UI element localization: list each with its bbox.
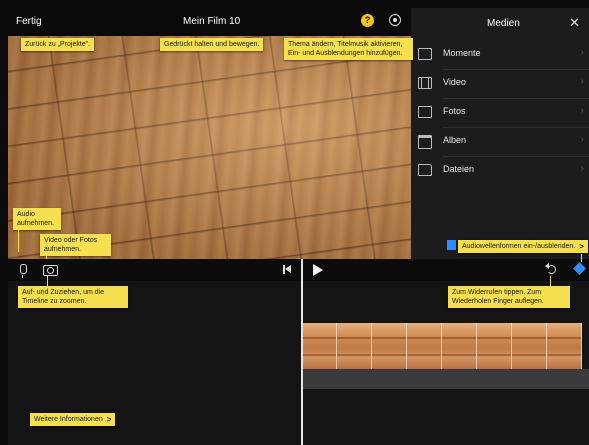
media-item-alben[interactable]: Alben › bbox=[411, 127, 589, 156]
media-header: Medien ✕ bbox=[411, 8, 589, 40]
tooltip-pointer bbox=[550, 276, 551, 286]
tooltip-back: Zurück zu „Projekte". bbox=[21, 38, 95, 51]
media-item-label: Video bbox=[443, 77, 466, 87]
tooltip-pointer bbox=[18, 228, 19, 252]
microphone-icon[interactable] bbox=[20, 264, 27, 278]
tooltip-drag: Gedrückt halten und bewegen. bbox=[160, 38, 264, 51]
skip-back-icon[interactable] bbox=[283, 265, 292, 274]
media-item-label: Dateien bbox=[443, 164, 475, 174]
clip-frame bbox=[442, 323, 477, 369]
clip-frame bbox=[372, 323, 407, 369]
clip-frame bbox=[337, 323, 372, 369]
media-item-video[interactable]: Video › bbox=[411, 69, 589, 98]
moments-icon bbox=[418, 48, 432, 60]
chevron-right-icon: > bbox=[106, 415, 112, 424]
tooltip-theme: Thema ändern, Titelmusik aktivieren, Ein… bbox=[284, 38, 413, 60]
playhead[interactable] bbox=[301, 259, 303, 445]
tooltip-zoom: Auf- und Zuziehen, um die Timeline zu zo… bbox=[18, 286, 128, 308]
close-icon[interactable]: ✕ bbox=[569, 15, 580, 31]
help-icon[interactable]: ? bbox=[361, 14, 374, 27]
tooltip-audio: Audio aufnehmen. bbox=[13, 208, 61, 230]
media-item-label: Alben bbox=[443, 135, 467, 145]
clip-frame bbox=[302, 323, 337, 369]
media-title: Medien bbox=[487, 18, 520, 29]
tool-strip bbox=[8, 259, 589, 281]
more-info-label: Weitere Informationen bbox=[34, 416, 103, 423]
folder-icon bbox=[418, 164, 432, 176]
chevron-right-icon: › bbox=[580, 76, 584, 87]
media-item-label: Momente bbox=[443, 48, 481, 58]
clip-frame bbox=[477, 323, 512, 369]
video-viewer[interactable] bbox=[8, 36, 411, 259]
play-icon[interactable] bbox=[313, 264, 323, 276]
clip-frame bbox=[547, 323, 582, 369]
media-panel: Medien ✕ Momente › Video › Fotos › Alben… bbox=[411, 8, 589, 259]
media-item-dateien[interactable]: Dateien › bbox=[411, 156, 589, 185]
album-icon bbox=[418, 135, 432, 149]
clip-frame bbox=[512, 323, 547, 369]
chevron-right-icon: › bbox=[580, 105, 584, 116]
chevron-right-icon: › bbox=[580, 47, 584, 58]
tooltip-camera: Video oder Fotos aufnehmen. bbox=[40, 234, 111, 256]
tooltip-pointer bbox=[47, 276, 48, 286]
undo-icon[interactable] bbox=[545, 263, 556, 274]
tooltip-pointer bbox=[581, 254, 582, 262]
project-title: Mein Film 10 bbox=[183, 16, 241, 27]
camera-icon[interactable] bbox=[43, 265, 58, 276]
gear-icon[interactable] bbox=[389, 14, 401, 26]
tooltip-waveform: Audiowellenformen ein-/ausblenden. > bbox=[458, 240, 588, 253]
waveform-icon bbox=[447, 240, 456, 250]
media-item-fotos[interactable]: Fotos › bbox=[411, 98, 589, 127]
done-button[interactable]: Fertig bbox=[16, 16, 42, 27]
tooltip-waveform-text: Audiowellenformen ein-/ausblenden. bbox=[462, 243, 576, 250]
film-icon bbox=[418, 77, 432, 89]
clip-frame bbox=[407, 323, 442, 369]
chevron-right-icon: › bbox=[580, 134, 584, 145]
more-info-button[interactable]: Weitere Informationen > bbox=[30, 413, 116, 426]
tooltip-undo: Zum Widerrufen tippen. Zum Wiederholen F… bbox=[448, 286, 570, 308]
chevron-right-icon: > bbox=[579, 242, 584, 251]
audio-track[interactable] bbox=[302, 369, 589, 389]
video-clip[interactable] bbox=[302, 323, 589, 369]
media-item-label: Fotos bbox=[443, 106, 466, 116]
chevron-right-icon: › bbox=[580, 163, 584, 174]
media-item-momente[interactable]: Momente › bbox=[411, 40, 589, 69]
photo-icon bbox=[418, 106, 432, 118]
